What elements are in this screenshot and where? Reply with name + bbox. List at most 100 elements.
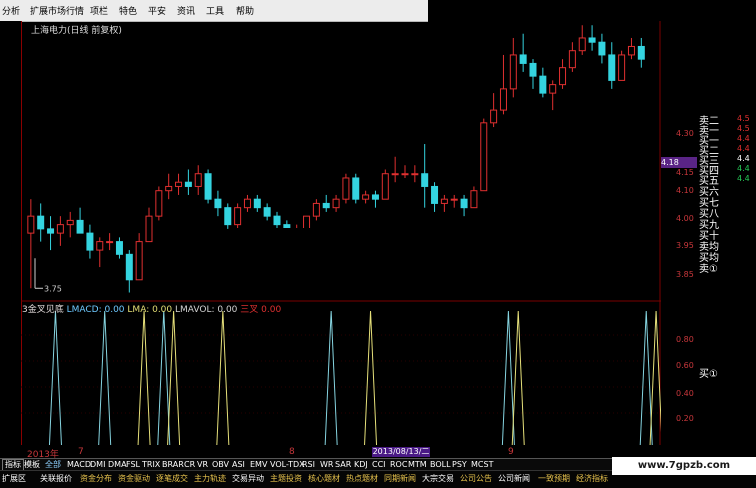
candle-body — [115, 241, 123, 255]
candle-body — [371, 194, 379, 200]
candle-body — [96, 241, 104, 251]
book-value: 4.4 — [737, 164, 750, 173]
candle-body — [362, 194, 370, 200]
tab-notice[interactable]: 公司公告 — [460, 473, 492, 484]
candle-body — [47, 228, 55, 234]
indicator-peak — [48, 310, 62, 446]
book-value: 4.5 — [737, 124, 750, 133]
candle-body — [588, 37, 596, 43]
candle-body — [470, 190, 478, 209]
candle-body — [431, 185, 439, 204]
sidebar-tab[interactable]: 推荐特 — [9, 99, 19, 126]
candle-body — [303, 215, 311, 230]
candle-body — [175, 181, 183, 187]
candle-body — [637, 45, 645, 60]
candle-body — [273, 215, 281, 226]
candle-body — [243, 198, 251, 209]
tab-core[interactable]: 核心题材 — [308, 473, 340, 484]
date-axis: 2013年 7 8 9 — [21, 445, 697, 460]
candle-body — [450, 198, 458, 201]
book-value: 4.4 — [737, 134, 750, 143]
menu-item[interactable]: 帮助 — [236, 4, 254, 17]
sidebar-tab[interactable]: 搜猎 — [9, 406, 19, 424]
book-label: 卖① — [699, 264, 718, 275]
tab-block[interactable]: 大宗交易 — [422, 473, 454, 484]
candle-body — [381, 173, 389, 200]
price-tick: 4.10 — [676, 186, 694, 195]
tab-fund-dist[interactable]: 资金分布 — [80, 473, 112, 484]
indicator-peak — [157, 310, 171, 446]
sidebar-tab[interactable]: 分时走势 — [9, 26, 19, 62]
candle-body — [460, 198, 468, 209]
candle-body — [234, 207, 242, 226]
menu-item[interactable]: 特色 — [119, 4, 137, 17]
candle-body — [490, 109, 498, 124]
candle-body — [184, 181, 192, 187]
candle-body — [165, 185, 173, 192]
sidebar-tab[interactable]: 敢死队 — [9, 379, 19, 406]
tab-hot[interactable]: 热点题材 — [346, 473, 378, 484]
menu-item[interactable]: 扩展市场行情 — [30, 4, 84, 17]
sidebar-tab[interactable]: 同步 — [9, 155, 19, 173]
candle-body — [421, 173, 429, 187]
candle-body — [66, 219, 74, 226]
tab-fund-drive[interactable]: 资金驱动 — [118, 473, 150, 484]
book-value: 4.4 — [737, 174, 750, 183]
tab-expand[interactable]: 扩展区 — [2, 473, 26, 484]
date-label: 8 — [289, 447, 295, 457]
candle-body — [401, 173, 409, 176]
menu-item[interactable]: 项栏 — [90, 4, 108, 17]
tab-tick[interactable]: 逐笔成交 — [156, 473, 188, 484]
candle-body — [125, 253, 133, 281]
tab-theme[interactable]: 主题投资 — [270, 473, 302, 484]
candle-body — [411, 173, 419, 176]
indicator-name: 3金叉见底 — [22, 305, 64, 315]
menu-item[interactable]: 资讯 — [177, 4, 195, 17]
candle-body — [37, 215, 45, 230]
candle-body — [86, 232, 94, 251]
sidebar-tab[interactable]: 老板庄 — [9, 315, 19, 342]
candle-body — [106, 241, 114, 244]
tab-trace[interactable]: 主力轨迹 — [194, 473, 226, 484]
candle-body — [342, 177, 350, 200]
candle-body — [618, 54, 626, 81]
menu-bar: 分析 扩展市场行情 项栏 特色 平安 资讯 工具 帮助 — [0, 0, 428, 22]
lmavol-value: LMAVOL: 0.00 — [175, 305, 238, 315]
min-marker-label: 3.75 — [44, 284, 62, 293]
tab-consensus[interactable]: 一致预期 — [538, 473, 570, 484]
tab-abnormal[interactable]: 交易异动 — [232, 473, 264, 484]
menu-item[interactable]: 工具 — [206, 4, 224, 17]
candle-body — [263, 207, 271, 217]
sidebar-tab[interactable]: 财务透视 — [9, 183, 19, 219]
sidebar-tab[interactable]: 主数对比 — [9, 249, 19, 285]
candle-body — [322, 202, 330, 209]
sidebar-tab[interactable]: 牛文公股 — [9, 345, 19, 381]
menu-item[interactable]: 分析 — [2, 4, 20, 17]
sidebar-tab[interactable]: 新东方 — [9, 128, 19, 155]
candle-body — [440, 198, 448, 204]
tab-related[interactable]: 关联报价 — [40, 473, 72, 484]
price-tick: 4.30 — [676, 129, 694, 138]
indicator-tick: 0.60 — [676, 361, 694, 370]
indicator-peak — [137, 310, 151, 446]
sidebar-tab[interactable]: 翻倍主 — [9, 284, 19, 311]
tab-news[interactable]: 同期新闻 — [384, 473, 416, 484]
candle-body — [391, 173, 399, 176]
order-book: 卖二 4.5 卖一 4.5 买一 4.4 买二 4.4 买三 4.4 买四 4.… — [697, 113, 756, 458]
candle-body — [135, 241, 143, 281]
sidebar-tab[interactable]: 资金流 — [9, 220, 19, 247]
book-value: 4.5 — [737, 114, 750, 123]
tab-economy[interactable]: 经济指标 — [576, 473, 608, 484]
candle-body — [499, 88, 507, 111]
candle-body — [519, 54, 527, 64]
tab-company-news[interactable]: 公司新闻 — [498, 473, 530, 484]
indicator-peak — [501, 310, 515, 446]
candle-body — [214, 198, 222, 209]
candle-body — [204, 173, 212, 200]
three-cross-value: 0.00 — [261, 305, 282, 315]
buy-marker: 买① — [699, 369, 718, 380]
menu-item[interactable]: 平安 — [148, 4, 166, 17]
candle-body — [194, 173, 202, 187]
sidebar-tab[interactable]: 技术分析 — [9, 61, 19, 97]
candle-body — [155, 190, 163, 217]
